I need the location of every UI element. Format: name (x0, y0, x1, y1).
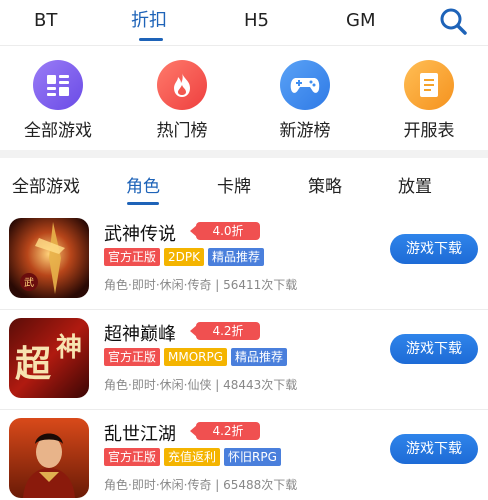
game-icon-wushen: 武 (9, 218, 89, 298)
svg-text:超: 超 (15, 343, 52, 385)
tag-list: 官方正版 充值返利 怀旧RPG (104, 448, 281, 466)
svg-text:神: 神 (56, 333, 82, 363)
game-list-item[interactable]: 乱世江湖 4.2折 官方正版 充值返利 怀旧RPG 角色·即时·休闲·传奇 | … (0, 410, 488, 500)
game-list-item[interactable]: 武 武神传说 4.0折 官方正版 2DPK 精品推荐 角色·即时·休闲·传奇 |… (0, 210, 488, 310)
flame-icon (157, 60, 207, 110)
category-all-games[interactable]: 全部游戏 (3, 60, 113, 141)
genre-tab-bar: 全部游戏 角色 卡牌 策略 放置 (0, 158, 488, 210)
discount-badge: 4.2折 (190, 322, 260, 340)
tab-bt[interactable]: BT (34, 6, 57, 36)
game-icon-luanshi (9, 418, 89, 498)
download-button[interactable]: 游戏下载 (390, 434, 478, 464)
game-meta: 角色·即时·休闲·传奇 | 65488次下载 (104, 478, 298, 492)
game-title: 超神巅峰 (104, 324, 176, 345)
tab-gm[interactable]: GM (346, 6, 375, 36)
search-icon[interactable] (438, 6, 468, 36)
active-tab-indicator (139, 38, 163, 41)
category-label: 开服表 (403, 121, 455, 141)
download-button[interactable]: 游戏下载 (390, 234, 478, 264)
game-title: 乱世江湖 (104, 424, 176, 445)
game-list-item[interactable]: 超 神 超神巅峰 4.2折 官方正版 MMORPG 精品推荐 角色·即时·休闲·… (0, 310, 488, 410)
tab-h5[interactable]: H5 (244, 6, 269, 36)
tag-genre: 怀旧RPG (224, 448, 281, 466)
genre-tab-strategy[interactable]: 策略 (308, 172, 342, 197)
top-tab-bar: BT 折扣 H5 GM (0, 0, 488, 46)
genre-tab-rpg[interactable]: 角色 (126, 172, 160, 197)
game-title: 武神传说 (104, 224, 176, 245)
tag-list: 官方正版 2DPK 精品推荐 (104, 248, 265, 266)
genre-tab-idle[interactable]: 放置 (398, 172, 432, 197)
genre-tab-all[interactable]: 全部游戏 (12, 172, 80, 197)
tag-genre: 2DPK (164, 248, 204, 266)
tag-official: 官方正版 (104, 348, 161, 366)
game-icon-chaoshen: 超 神 (9, 318, 89, 398)
tag-recommend: 精品推荐 (208, 248, 265, 266)
tag-official: 官方正版 (104, 448, 161, 466)
tab-discount[interactable]: 折扣 (131, 6, 167, 36)
category-label: 热门榜 (156, 121, 208, 141)
category-server-schedule[interactable]: 开服表 (374, 60, 484, 141)
svg-text:武: 武 (24, 276, 34, 289)
discount-badge: 4.2折 (190, 422, 260, 440)
download-button[interactable]: 游戏下载 (390, 334, 478, 364)
discount-badge: 4.0折 (190, 222, 260, 240)
tag-official: 官方正版 (104, 248, 161, 266)
category-new-games[interactable]: 新游榜 (250, 60, 360, 141)
tag-recommend: 精品推荐 (231, 348, 288, 366)
category-hot-list[interactable]: 热门榜 (127, 60, 237, 141)
tag-genre: MMORPG (164, 348, 228, 366)
category-label: 新游榜 (279, 121, 331, 141)
category-label: 全部游戏 (24, 121, 92, 141)
tag-list: 官方正版 MMORPG 精品推荐 (104, 348, 288, 366)
category-shortcuts: 全部游戏 热门榜 新游榜 开服表 (0, 50, 488, 146)
grid-icon (33, 60, 83, 110)
game-meta: 角色·即时·休闲·传奇 | 56411次下载 (104, 278, 298, 292)
game-meta: 角色·即时·休闲·仙侠 | 48443次下载 (104, 378, 298, 392)
genre-tab-card[interactable]: 卡牌 (217, 172, 251, 197)
section-divider (0, 150, 488, 158)
tag-rebate: 充值返利 (164, 448, 221, 466)
gamepad-icon (280, 60, 330, 110)
document-icon (404, 60, 454, 110)
active-genre-indicator (127, 202, 159, 205)
